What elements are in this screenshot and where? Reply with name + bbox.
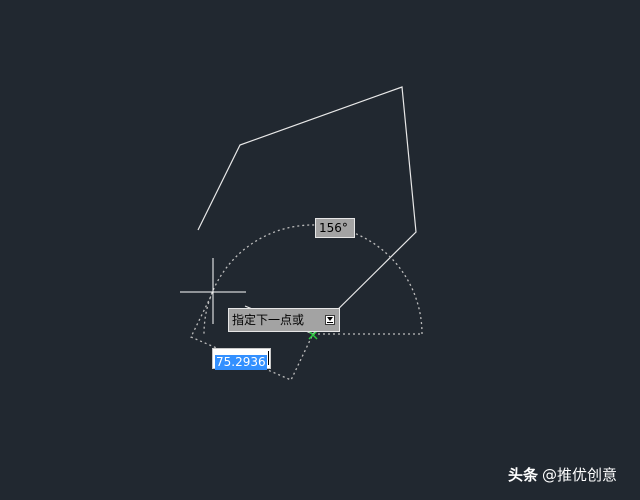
text-caret: [267, 351, 269, 365]
watermark: 头条 @推优创意: [508, 464, 617, 485]
prompt-text: 指定下一点或: [232, 313, 305, 327]
watermark-brand: 头条: [508, 466, 539, 484]
drawing-layer: [180, 86, 423, 381]
options-arrow-icon[interactable]: [325, 315, 335, 325]
drawing-canvas[interactable]: 156° 指定下一点或 75.2936 头条 @推优创意: [0, 0, 640, 500]
length-value[interactable]: 75.2936: [215, 355, 267, 370]
snap-marker-icon: [308, 330, 318, 340]
watermark-handle: @推优创意: [542, 466, 618, 484]
length-input[interactable]: 75.2936: [212, 348, 271, 370]
command-prompt-tooltip: 指定下一点或: [228, 308, 340, 332]
angle-value: 156°: [319, 221, 348, 235]
polyline-drawn[interactable]: [197, 86, 417, 335]
angle-tooltip: 156°: [315, 218, 355, 238]
